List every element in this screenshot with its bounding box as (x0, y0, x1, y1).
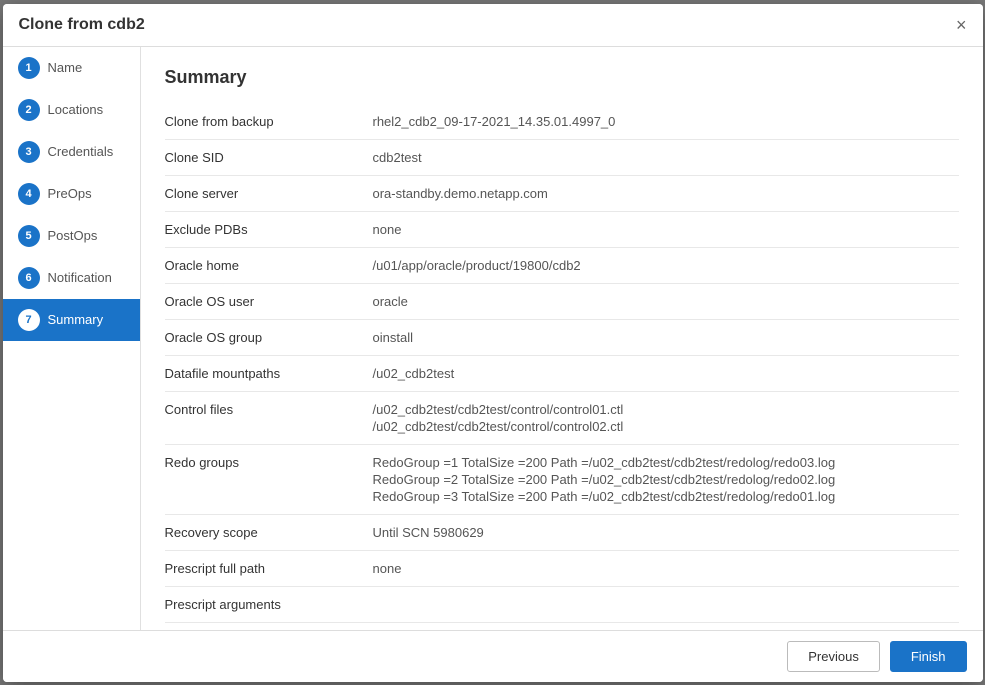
previous-button[interactable]: Previous (787, 641, 880, 672)
table-row: Oracle OS useroracle (165, 283, 959, 319)
modal-header: Clone from cdb2 × (3, 4, 983, 47)
row-value: rhel2_cdb2_09-17-2021_14.35.01.4997_0 (365, 104, 959, 140)
row-value: /u01/app/oracle/product/19800/cdb2 (365, 247, 959, 283)
step-badge-4: 4 (18, 183, 40, 205)
table-row: Clone serverora-standby.demo.netapp.com (165, 175, 959, 211)
sidebar-item-preops[interactable]: 4 PreOps (3, 173, 140, 215)
step-badge-2: 2 (18, 99, 40, 121)
table-row: Datafile mountpaths/u02_cdb2test (165, 355, 959, 391)
row-label: Redo groups (165, 444, 365, 514)
row-label: Prescript arguments (165, 586, 365, 622)
close-button[interactable]: × (956, 16, 967, 34)
sidebar-item-notification[interactable]: 6 Notification (3, 257, 140, 299)
sidebar-item-postops[interactable]: 5 PostOps (3, 215, 140, 257)
row-value: oinstall (365, 319, 959, 355)
row-value: oracle (365, 283, 959, 319)
sidebar-item-summary[interactable]: 7 Summary (3, 299, 140, 341)
sidebar-item-label-postops: PostOps (48, 228, 98, 243)
row-value: RedoGroup =1 TotalSize =200 Path =/u02_c… (365, 444, 959, 514)
table-row: Oracle OS groupoinstall (165, 319, 959, 355)
step-badge-7: 7 (18, 309, 40, 331)
modal-title: Clone from cdb2 (19, 16, 145, 34)
row-value: /u02_cdb2test (365, 355, 959, 391)
row-value: Until SCN 5980629 (365, 514, 959, 550)
sidebar-item-label-preops: PreOps (48, 186, 92, 201)
table-row: Control files/u02_cdb2test/cdb2test/cont… (165, 391, 959, 444)
row-label: Control files (165, 391, 365, 444)
row-value: /u02_cdb2test/cdb2test/control/control01… (365, 391, 959, 444)
row-value: none (365, 211, 959, 247)
row-label: Oracle home (165, 247, 365, 283)
table-row: Prescript arguments (165, 586, 959, 622)
modal-overlay: Clone from cdb2 × 1 Name 2 Locations 3 C… (0, 0, 985, 685)
table-row: Postscript full pathnone (165, 622, 959, 630)
row-label: Prescript full path (165, 550, 365, 586)
table-row: Clone from backuprhel2_cdb2_09-17-2021_1… (165, 104, 959, 140)
table-row: Redo groupsRedoGroup =1 TotalSize =200 P… (165, 444, 959, 514)
row-label: Clone from backup (165, 104, 365, 140)
modal: Clone from cdb2 × 1 Name 2 Locations 3 C… (3, 4, 983, 682)
step-badge-6: 6 (18, 267, 40, 289)
sidebar-item-label-locations: Locations (48, 102, 104, 117)
sidebar: 1 Name 2 Locations 3 Credentials 4 PreOp… (3, 47, 141, 630)
row-label: Oracle OS user (165, 283, 365, 319)
row-label: Clone server (165, 175, 365, 211)
table-row: Recovery scopeUntil SCN 5980629 (165, 514, 959, 550)
sidebar-item-name[interactable]: 1 Name (3, 47, 140, 89)
step-badge-3: 3 (18, 141, 40, 163)
sidebar-item-label-name: Name (48, 60, 83, 75)
table-row: Clone SIDcdb2test (165, 139, 959, 175)
sidebar-item-locations[interactable]: 2 Locations (3, 89, 140, 131)
table-row: Prescript full pathnone (165, 550, 959, 586)
row-label: Datafile mountpaths (165, 355, 365, 391)
row-label: Oracle OS group (165, 319, 365, 355)
table-row: Oracle home/u01/app/oracle/product/19800… (165, 247, 959, 283)
sidebar-item-label-notification: Notification (48, 270, 112, 285)
row-label: Recovery scope (165, 514, 365, 550)
step-badge-5: 5 (18, 225, 40, 247)
row-value: ora-standby.demo.netapp.com (365, 175, 959, 211)
sidebar-item-credentials[interactable]: 3 Credentials (3, 131, 140, 173)
modal-body: 1 Name 2 Locations 3 Credentials 4 PreOp… (3, 47, 983, 630)
content-title: Summary (165, 67, 959, 88)
row-value: cdb2test (365, 139, 959, 175)
summary-table: Clone from backuprhel2_cdb2_09-17-2021_1… (165, 104, 959, 630)
row-value: none (365, 622, 959, 630)
content-area: Summary Clone from backuprhel2_cdb2_09-1… (141, 47, 983, 630)
row-label: Clone SID (165, 139, 365, 175)
table-row: Exclude PDBsnone (165, 211, 959, 247)
sidebar-item-label-credentials: Credentials (48, 144, 114, 159)
row-label: Exclude PDBs (165, 211, 365, 247)
sidebar-item-label-summary: Summary (48, 312, 104, 327)
modal-footer: Previous Finish (3, 630, 983, 682)
step-badge-1: 1 (18, 57, 40, 79)
row-value: none (365, 550, 959, 586)
row-value (365, 586, 959, 622)
finish-button[interactable]: Finish (890, 641, 967, 672)
row-label: Postscript full path (165, 622, 365, 630)
